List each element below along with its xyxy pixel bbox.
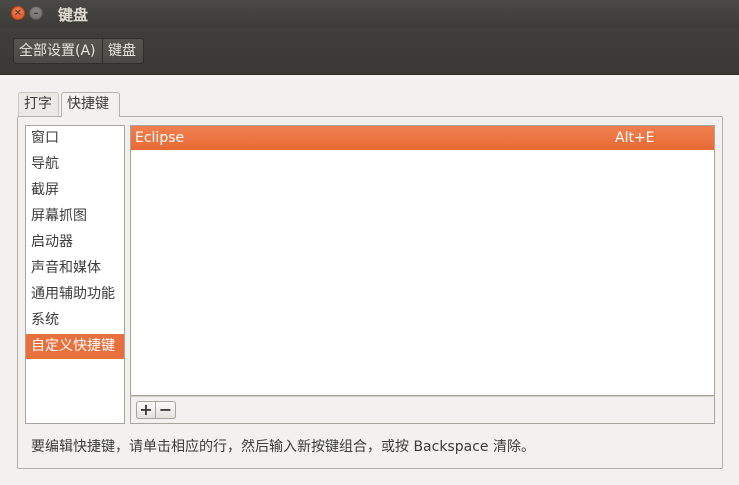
tab-typing[interactable]: 打字 xyxy=(18,92,59,117)
category-item-screenshots[interactable]: 截屏 xyxy=(26,178,124,203)
minimize-icon: – xyxy=(33,8,39,19)
category-item-custom-shortcuts[interactable]: 自定义快捷键 xyxy=(26,334,124,359)
add-shortcut-button[interactable]: + xyxy=(136,401,156,419)
all-settings-button[interactable]: 全部设置(A) xyxy=(13,38,103,64)
hint-text: 要编辑快捷键，请单击相应的行，然后输入新按键组合，或按 Backspace 清除… xyxy=(31,439,535,455)
close-icon: ✕ xyxy=(13,8,23,19)
category-item-system[interactable]: 系统 xyxy=(26,308,124,333)
category-item-navigation[interactable]: 导航 xyxy=(26,152,124,177)
shortcut-accelerator[interactable]: Alt+E xyxy=(615,126,655,150)
shortcut-name: Eclipse xyxy=(135,130,185,146)
plus-icon: + xyxy=(139,400,153,419)
window-titlebar: ✕ – 键盘 xyxy=(0,0,739,28)
breadcrumb-current[interactable]: 键盘 xyxy=(103,38,144,64)
minimize-window-button[interactable]: – xyxy=(29,6,43,20)
category-list: 窗口 导航 截屏 屏幕抓图 启动器 声音和媒体 通用辅助功能 系统 自定义快捷键 xyxy=(25,125,125,424)
close-window-button[interactable]: ✕ xyxy=(11,6,25,20)
category-item-sound-media[interactable]: 声音和媒体 xyxy=(26,256,124,281)
tab-shortcuts[interactable]: 快捷键 xyxy=(61,92,120,117)
header-toolbar: 全部设置(A) 键盘 xyxy=(0,28,739,75)
category-item-accessibility[interactable]: 通用辅助功能 xyxy=(26,282,124,307)
category-item-windows[interactable]: 窗口 xyxy=(26,126,124,151)
minus-icon: − xyxy=(158,400,173,419)
shortcut-list-toolbar: + − xyxy=(130,396,715,424)
window-title: 键盘 xyxy=(58,6,89,24)
shortcut-row[interactable]: Eclipse Alt+E xyxy=(131,126,714,150)
category-item-launchers[interactable]: 启动器 xyxy=(26,230,124,255)
shortcut-list: Eclipse Alt+E xyxy=(130,125,715,396)
remove-shortcut-button[interactable]: − xyxy=(156,401,176,419)
category-item-screen-capture[interactable]: 屏幕抓图 xyxy=(26,204,124,229)
